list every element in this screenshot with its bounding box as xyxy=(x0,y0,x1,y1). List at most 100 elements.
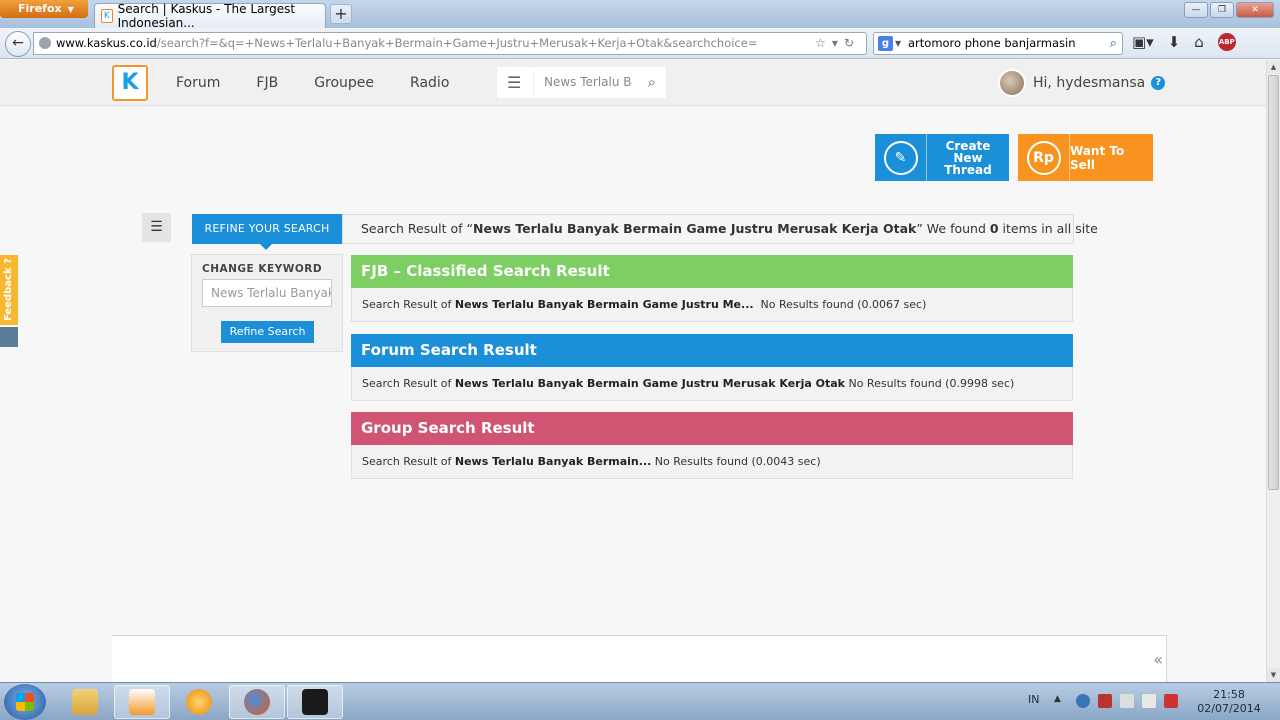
media-player-taskbar-button[interactable] xyxy=(114,685,170,719)
home-icon[interactable]: ⌂ xyxy=(1194,33,1204,51)
window-controls: — ❐ ✕ xyxy=(1184,2,1274,18)
browser-search-bar[interactable]: g ▼ artomoro phone banjarmasin ⌕ xyxy=(873,32,1123,55)
dropdown-icon[interactable]: ▾ xyxy=(832,36,844,50)
kaskus-logo[interactable]: K xyxy=(112,65,148,101)
refine-search-button[interactable]: Refine Search xyxy=(221,321,314,343)
network-icon[interactable] xyxy=(1164,694,1178,708)
result-count: 0 xyxy=(989,221,999,236)
group-result-body: Search Result of News Terlalu Banyak Ber… xyxy=(351,445,1073,479)
page-scrollbar[interactable]: ▲ ▼ xyxy=(1266,60,1280,682)
search-icon[interactable]: ⌕ xyxy=(648,73,656,91)
forum-result-title[interactable]: Forum Search Result xyxy=(351,334,1073,367)
menu-icon[interactable]: ☰ xyxy=(507,73,521,92)
help-icon[interactable]: ? xyxy=(1151,76,1166,90)
display-icon[interactable] xyxy=(1142,694,1156,708)
clock-time: 21:58 xyxy=(1213,688,1245,701)
forum-result-body: Search Result of News Terlalu Banyak Ber… xyxy=(351,367,1073,401)
bookmarks-icon[interactable]: ▣▾ xyxy=(1132,33,1154,51)
windows-logo-icon xyxy=(16,693,34,711)
tab-title: Search | Kaskus - The Largest Indonesian… xyxy=(117,2,296,30)
system-clock[interactable]: 21:58 02/07/2014 xyxy=(1196,688,1262,716)
want-to-sell-button[interactable]: Rp Want To Sell xyxy=(1018,134,1153,181)
fjb-result-title[interactable]: FJB – Classified Search Result xyxy=(351,255,1073,288)
keyword-input[interactable]: News Terlalu Banyak xyxy=(202,279,332,307)
group-result-section: Group Search Result Search Result of New… xyxy=(351,412,1073,479)
clock-date: 02/07/2014 xyxy=(1197,702,1261,715)
app-icon xyxy=(186,689,212,715)
windows-taskbar: IN ▲ 21:58 02/07/2014 xyxy=(0,682,1280,720)
search-icon[interactable]: ⌕ xyxy=(1110,33,1117,54)
site-header: K Forum FJB Groupee Radio ☰ News Terlalu… xyxy=(0,60,1266,106)
url-host: www.kaskus.co.id xyxy=(56,36,157,50)
chevron-down-icon: ▼ xyxy=(895,39,902,48)
restore-button[interactable]: ❐ xyxy=(1210,2,1234,18)
search-query: News Terlalu Banyak Bermain Game Justru … xyxy=(473,221,917,236)
app-taskbar-button[interactable] xyxy=(171,685,227,719)
nav-groupee[interactable]: Groupee xyxy=(314,75,374,91)
refine-sidebar: CHANGE KEYWORD News Terlalu Banyak Refin… xyxy=(191,254,343,352)
firefox-menu-button[interactable]: Firefox ▼ xyxy=(0,0,88,18)
scroll-down-icon[interactable]: ▼ xyxy=(1267,668,1280,682)
back-button[interactable]: ← xyxy=(5,31,31,57)
explorer-taskbar-button[interactable] xyxy=(57,685,113,719)
scroll-up-icon[interactable]: ▲ xyxy=(1267,60,1280,74)
feedback-user-icon[interactable] xyxy=(0,327,18,347)
adblock-icon[interactable]: ABP xyxy=(1217,33,1236,51)
group-result-title[interactable]: Group Search Result xyxy=(351,412,1073,445)
start-button[interactable] xyxy=(4,684,46,720)
language-indicator[interactable]: IN xyxy=(1028,693,1039,706)
search-summary: Search Result of “News Terlalu Banyak Be… xyxy=(342,214,1098,244)
reload-icon[interactable]: ↻ xyxy=(844,36,860,50)
sidebar-toggle-button[interactable]: ☰ xyxy=(142,213,171,242)
fjb-result-section: FJB – Classified Search Result Search Re… xyxy=(351,255,1073,322)
firefox-taskbar-button[interactable] xyxy=(229,685,285,719)
nav-forum[interactable]: Forum xyxy=(176,75,220,91)
browser-toolbar-icons: ▣▾ ⬇ ⌂ ABP xyxy=(1132,33,1236,51)
page-content: ✎ Create New Thread Rp Want To Sell ☰ RE… xyxy=(0,106,1266,682)
folder-icon xyxy=(72,689,98,715)
browser-titlebar: Firefox ▼ K Search | Kaskus - The Largest… xyxy=(0,0,1280,30)
bookmark-star-icon[interactable]: ☆ xyxy=(815,36,832,50)
blackberry-icon xyxy=(302,689,328,715)
refine-search-tab[interactable]: REFINE YOUR SEARCH xyxy=(192,214,342,250)
globe-icon xyxy=(39,37,51,49)
feedback-tab[interactable]: Feedback ? xyxy=(0,255,18,325)
user-greeting[interactable]: Hi, hydesmansa xyxy=(1033,75,1145,91)
fjb-result-body: Search Result of News Terlalu Banyak Ber… xyxy=(351,288,1073,322)
url-bar-icons: ☆▾↻ xyxy=(815,33,860,54)
bottom-panel: « xyxy=(112,635,1167,682)
avatar[interactable] xyxy=(998,69,1026,97)
system-tray: ▲ xyxy=(1054,694,1178,708)
collapse-icon[interactable]: « xyxy=(1153,650,1163,669)
security-icon[interactable] xyxy=(1098,694,1112,708)
scroll-thumb[interactable] xyxy=(1268,75,1279,490)
browser-search-text: artomoro phone banjarmasin xyxy=(908,36,1076,50)
google-icon[interactable]: g xyxy=(878,36,893,51)
chevron-down-icon: ▼ xyxy=(67,5,74,14)
nav-fjb[interactable]: FJB xyxy=(256,75,278,91)
pencil-icon: ✎ xyxy=(875,134,927,181)
new-tab-button[interactable]: + xyxy=(330,4,352,24)
user-menu[interactable]: Hi, hydesmansa ? xyxy=(998,67,1166,99)
blackberry-taskbar-button[interactable] xyxy=(287,685,343,719)
volume-icon[interactable] xyxy=(1120,694,1134,708)
minimize-button[interactable]: — xyxy=(1184,2,1208,18)
main-nav: Forum FJB Groupee Radio xyxy=(176,60,485,106)
create-thread-label: Create New Thread xyxy=(944,138,992,177)
network-globe-icon[interactable] xyxy=(1076,694,1090,708)
site-search-input[interactable]: News Terlalu Ba xyxy=(533,71,631,94)
change-keyword-label: CHANGE KEYWORD xyxy=(202,263,323,275)
site-search: ☰ News Terlalu Ba ⌕ xyxy=(497,67,666,98)
close-window-button[interactable]: ✕ xyxy=(1236,2,1274,18)
nav-radio[interactable]: Radio xyxy=(410,75,449,91)
tray-arrow-icon[interactable]: ▲ xyxy=(1054,694,1068,708)
forum-result-section: Forum Search Result Search Result of New… xyxy=(351,334,1073,401)
kaskus-favicon-icon: K xyxy=(101,9,113,23)
firefox-icon xyxy=(244,689,270,715)
url-bar[interactable]: www.kaskus.co.id/search?f=&q=+News+Terla… xyxy=(33,32,867,55)
create-thread-button[interactable]: ✎ Create New Thread xyxy=(875,134,1009,181)
browser-tab[interactable]: K Search | Kaskus - The Largest Indonesi… xyxy=(94,2,326,30)
media-player-icon xyxy=(129,689,155,715)
download-icon[interactable]: ⬇ xyxy=(1168,33,1181,51)
want-to-sell-label: Want To Sell xyxy=(1070,143,1125,172)
